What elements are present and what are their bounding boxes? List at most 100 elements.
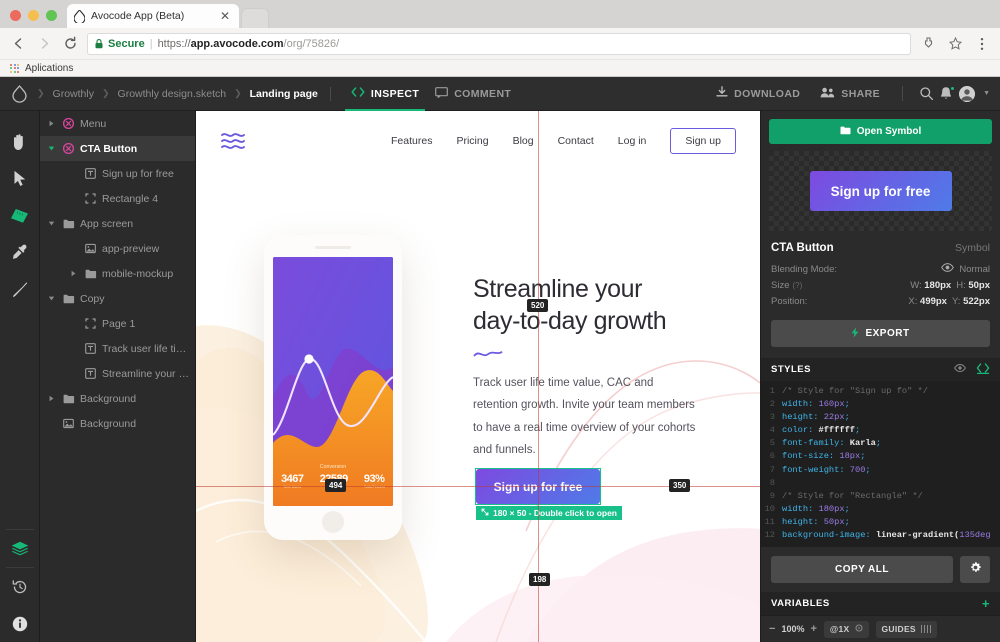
- layer-item[interactable]: Sign up for free: [40, 161, 195, 186]
- code-view-icon[interactable]: [976, 362, 990, 377]
- code-line-text[interactable]: font-family: Karla;: [782, 437, 881, 450]
- code-line-text[interactable]: font-size: 18px;: [782, 450, 865, 463]
- apps-grid-icon[interactable]: [10, 64, 19, 73]
- code-line-text[interactable]: width: 160px;: [782, 398, 850, 411]
- bookmark-applications[interactable]: Aplications: [25, 63, 73, 74]
- phone-mockup[interactable]: Sketch 9:41 AM 100% Reports Today Yester…: [264, 235, 402, 540]
- twisty-right-icon[interactable]: [46, 120, 57, 127]
- nav-link-blog[interactable]: Blog: [513, 135, 534, 147]
- bookmark-star-icon[interactable]: [946, 35, 964, 53]
- omnibox-right-actions: [919, 35, 991, 53]
- code-line-text[interactable]: font-weight: 700;: [782, 464, 871, 477]
- twisty-right-icon[interactable]: [46, 395, 57, 402]
- code-line-text[interactable]: height: 22px;: [782, 411, 850, 424]
- code-line-text[interactable]: color: #ffffff;: [782, 424, 860, 437]
- text-icon: [84, 368, 97, 379]
- reload-icon[interactable]: [61, 35, 79, 53]
- search-icon[interactable]: [917, 85, 935, 103]
- breadcrumb-item-1[interactable]: Growthly design.sketch: [118, 88, 227, 100]
- copy-all-button[interactable]: COPY ALL: [771, 556, 953, 583]
- new-tab-button[interactable]: [241, 8, 269, 28]
- twisty-down-icon[interactable]: [46, 220, 57, 227]
- density-control[interactable]: @1X: [824, 621, 869, 638]
- zoom-out-button[interactable]: −: [769, 623, 775, 635]
- layer-item[interactable]: Background: [40, 386, 195, 411]
- download-label: DOWNLOAD: [734, 88, 800, 100]
- layer-item[interactable]: CTA Button: [40, 136, 195, 161]
- nav-link-pricing[interactable]: Pricing: [456, 135, 488, 147]
- browser-tab[interactable]: Avocode App (Beta) ✕: [67, 4, 239, 28]
- eyedropper-tool-icon[interactable]: [0, 234, 40, 271]
- guide-vertical: [538, 111, 539, 642]
- avatar[interactable]: [959, 86, 975, 102]
- avocode-logo-icon[interactable]: [10, 85, 28, 103]
- tab-comment[interactable]: COMMENT: [427, 77, 519, 111]
- breadcrumb-item-0[interactable]: Growthly: [53, 88, 94, 100]
- hero-paragraph[interactable]: Track user life time value, CAC and rete…: [473, 372, 701, 462]
- hero-headline[interactable]: Streamline your day-to-day growth: [473, 274, 713, 337]
- open-symbol-button[interactable]: Open Symbol: [769, 119, 992, 144]
- cursor-tool-icon[interactable]: [0, 160, 40, 197]
- add-variable-button[interactable]: +: [982, 597, 990, 610]
- export-button[interactable]: EXPORT: [771, 320, 990, 347]
- twisty-down-icon[interactable]: [46, 145, 57, 152]
- back-icon[interactable]: [9, 35, 27, 53]
- maximize-window-button[interactable]: [46, 10, 57, 21]
- tab-inspect[interactable]: INSPECT: [343, 77, 427, 111]
- download-button[interactable]: DOWNLOAD: [708, 77, 808, 111]
- layer-item[interactable]: App screen: [40, 211, 195, 236]
- layers-tool-icon[interactable]: [0, 530, 40, 567]
- breadcrumb-item-2[interactable]: Landing page: [250, 88, 318, 100]
- pen-tool-icon[interactable]: [0, 271, 40, 308]
- design-canvas[interactable]: Features Pricing Blog Contact Log in Sig…: [196, 111, 760, 642]
- close-icon[interactable]: ✕: [218, 10, 232, 22]
- notifications-button[interactable]: [939, 86, 955, 102]
- twisty-down-icon[interactable]: [46, 295, 57, 302]
- url-path: /org/75826/: [284, 38, 340, 50]
- share-label: SHARE: [841, 88, 880, 100]
- layer-item[interactable]: Menu: [40, 111, 195, 136]
- extension-icon[interactable]: [919, 35, 937, 53]
- nav-link-contact[interactable]: Contact: [558, 135, 594, 147]
- measure-tool-icon[interactable]: [0, 197, 40, 234]
- eye-icon[interactable]: [954, 364, 966, 375]
- brand-logo-icon[interactable]: [220, 130, 246, 152]
- styles-header-label: STYLES: [771, 364, 811, 375]
- zoom-in-button[interactable]: +: [810, 623, 816, 635]
- info-tool-icon[interactable]: [0, 605, 40, 642]
- code-token: ;: [865, 465, 870, 475]
- code-line-text[interactable]: background-image: linear-gradient(135deg: [782, 529, 991, 542]
- layer-item[interactable]: mobile-mockup: [40, 261, 195, 286]
- layer-item[interactable]: Background: [40, 411, 195, 436]
- secure-label: Secure: [108, 38, 145, 50]
- share-button[interactable]: SHARE: [812, 77, 888, 111]
- layers-panel[interactable]: MenuCTA ButtonSign up for freeRectangle …: [40, 111, 196, 642]
- nav-link-features[interactable]: Features: [391, 135, 432, 147]
- layer-item[interactable]: app-preview: [40, 236, 195, 261]
- eye-icon[interactable]: [941, 263, 954, 275]
- layer-item[interactable]: Streamline your day-: [40, 361, 195, 386]
- close-window-button[interactable]: [10, 10, 21, 21]
- layer-item[interactable]: Page 1: [40, 311, 195, 336]
- layer-item[interactable]: Rectangle 4: [40, 186, 195, 211]
- twisty-right-icon[interactable]: [68, 270, 79, 277]
- layer-item[interactable]: Copy: [40, 286, 195, 311]
- code-line-text[interactable]: /* Style for "Rectangle" */: [782, 490, 923, 503]
- history-tool-icon[interactable]: [0, 568, 40, 605]
- symbol-icon: [62, 143, 75, 154]
- code-line-text[interactable]: width: 180px;: [782, 503, 850, 516]
- nav-signup-button[interactable]: Sign up: [670, 128, 736, 154]
- code-line-text[interactable]: /* Style for "Sign up fo" */: [782, 385, 928, 398]
- nav-link-login[interactable]: Log in: [618, 135, 647, 147]
- density-gear-icon[interactable]: [855, 624, 863, 634]
- layer-item[interactable]: Track user life time: [40, 336, 195, 361]
- chevron-down-icon[interactable]: ▼: [983, 90, 990, 97]
- url-input[interactable]: Secure | https://app.avocode.com/org/758…: [87, 33, 911, 55]
- guides-control[interactable]: GUIDES: [876, 621, 938, 638]
- browser-menu-icon[interactable]: [973, 35, 991, 53]
- minimize-window-button[interactable]: [28, 10, 39, 21]
- hand-tool-icon[interactable]: [0, 123, 40, 160]
- code-line-text[interactable]: height: 50px;: [782, 516, 850, 529]
- copy-settings-button[interactable]: [960, 556, 990, 583]
- styles-code-view[interactable]: 1/* Style for "Sign up fo" */2width: 160…: [761, 381, 1000, 547]
